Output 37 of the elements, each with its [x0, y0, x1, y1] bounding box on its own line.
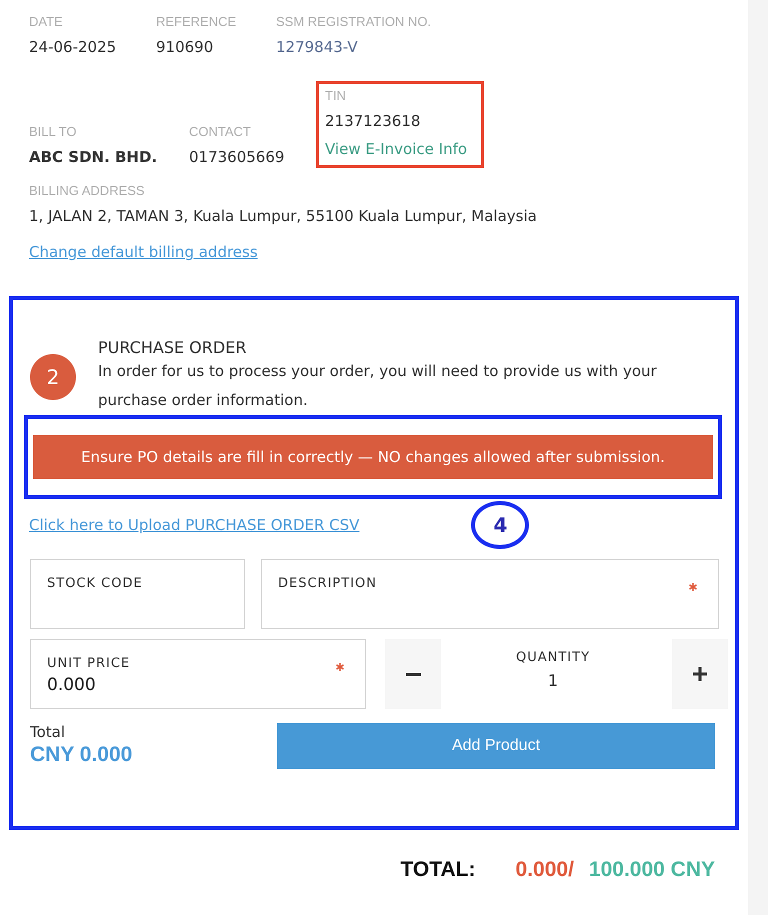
total-label: Total [30, 723, 66, 741]
field-label: REFERENCE [156, 14, 238, 29]
field-value: 910690 [156, 38, 214, 56]
plus-icon [693, 667, 707, 681]
total-amount: CNY 0.000 [30, 743, 134, 767]
summary-label: TOTAL: [400, 858, 476, 882]
field-label: DATE [29, 14, 64, 29]
field-value: 0173605669 [189, 148, 286, 166]
step-badge: 2 [30, 354, 76, 400]
quantity-value: 1 [546, 671, 560, 690]
e-invoice-link[interactable]: View E-Invoice Info [325, 140, 468, 158]
increase-button[interactable] [672, 639, 728, 709]
field-value: ABC SDN. BHD. [29, 148, 158, 166]
section-title: PURCHASE ORDER [98, 338, 248, 357]
decrease-button[interactable] [385, 639, 441, 709]
upload-csv-link[interactable]: Click here to Upload PURCHASE ORDER CSV [29, 516, 360, 534]
field-label: QUANTITY [514, 650, 592, 665]
warning-banner: Ensure PO details are fill in correctly — NO changes allowed after submission. [33, 435, 713, 479]
address-text: 1, JALAN 2, TAMAN 3, Kuala Lumpur, 55100 Kuala Lumpur, Malaysia [29, 207, 538, 225]
annotation-number: 4 [471, 501, 530, 549]
field-label: TIN [325, 88, 347, 103]
used-amount: 0.000/ [516, 858, 574, 882]
field-label: BILL TO [29, 124, 78, 139]
input-field[interactable]: DESCRIPTION [261, 559, 719, 629]
field-value: 24-06-2025 [29, 38, 118, 56]
field-label: BILLING ADDRESS [29, 183, 146, 198]
input-field[interactable]: UNIT PRICE 0.000 [30, 639, 366, 709]
field-label: CONTACT [189, 124, 252, 139]
input-field[interactable]: STOCK CODE [30, 559, 245, 629]
add-product-button[interactable]: Add Product [277, 723, 715, 769]
change-address-link[interactable]: Change default billing address [29, 243, 258, 261]
minus-icon [406, 672, 420, 676]
section-description: In order for us to process your order, you will need to provide us with your purchase order information. [98, 361, 658, 411]
field-label: SSM REGISTRATION NO. [276, 14, 432, 29]
limit-amount: 100.000 CNY [588, 858, 715, 882]
field-value: 2137123618 [325, 112, 422, 130]
registration-link[interactable]: 1279843-V [276, 38, 432, 56]
